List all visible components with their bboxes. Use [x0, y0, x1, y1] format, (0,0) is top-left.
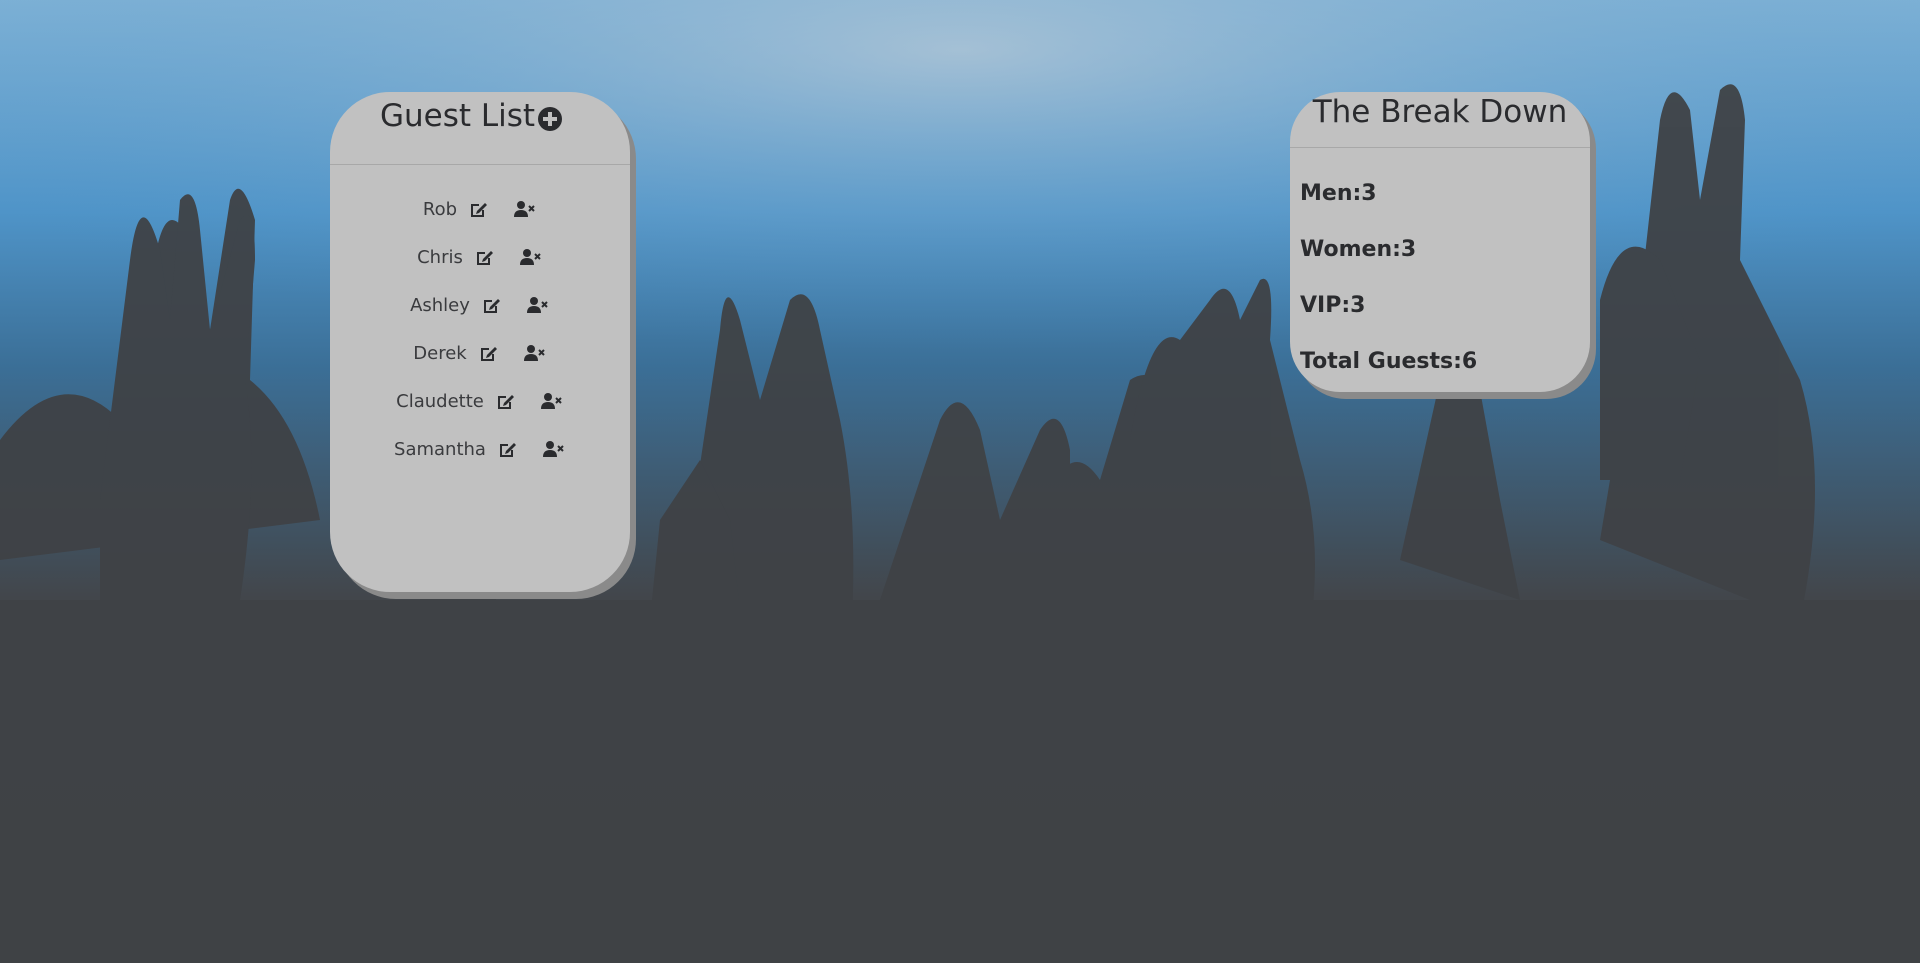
user-remove-icon[interactable]	[526, 293, 550, 317]
total-guests-count: Total Guests:6	[1300, 349, 1478, 374]
plus-circle-icon[interactable]	[537, 106, 563, 132]
guest-name: Rob	[422, 198, 458, 220]
guest-row-ashley: Ashley	[330, 281, 630, 329]
edit-icon[interactable]	[480, 293, 504, 317]
guest-row-derek: Derek	[330, 329, 630, 377]
edit-icon[interactable]	[477, 341, 501, 365]
guest-list: Rob Chris Ashley Derek Claudette Samanth…	[330, 185, 630, 473]
guest-row-claudette: Claudette	[330, 377, 630, 425]
breakdown-header: The Break Down	[1290, 92, 1590, 148]
guest-row-rob: Rob	[330, 185, 630, 233]
edit-icon[interactable]	[467, 197, 491, 221]
breakdown-stats: Men:3 Women:3 VIP:3 Total Guests:6	[1290, 148, 1590, 390]
guest-name: Chris	[417, 246, 463, 268]
concert-background	[0, 0, 1920, 963]
guest-list-header: Guest List	[330, 92, 630, 165]
guest-name: Ashley	[410, 294, 470, 316]
user-remove-icon[interactable]	[523, 341, 547, 365]
user-remove-icon[interactable]	[542, 437, 566, 461]
edit-icon[interactable]	[496, 437, 520, 461]
guest-list-panel: Guest List Rob Chris Ashley Derek Claude…	[330, 92, 630, 592]
vip-count: VIP:3	[1300, 293, 1366, 318]
guest-name: Claudette	[396, 390, 484, 412]
breakdown-title: The Break Down	[1312, 94, 1568, 130]
breakdown-panel: The Break Down Men:3 Women:3 VIP:3 Total…	[1290, 92, 1590, 392]
user-remove-icon[interactable]	[513, 197, 537, 221]
guest-row-samantha: Samantha	[330, 425, 630, 473]
user-remove-icon[interactable]	[519, 245, 543, 269]
edit-icon[interactable]	[473, 245, 497, 269]
guest-row-chris: Chris	[330, 233, 630, 281]
men-count: Men:3	[1300, 181, 1377, 206]
user-remove-icon[interactable]	[540, 389, 564, 413]
guest-list-title: Guest List	[380, 98, 536, 134]
guest-name: Samantha	[394, 438, 486, 460]
edit-icon[interactable]	[494, 389, 518, 413]
women-count: Women:3	[1300, 237, 1417, 262]
guest-name: Derek	[413, 342, 467, 364]
